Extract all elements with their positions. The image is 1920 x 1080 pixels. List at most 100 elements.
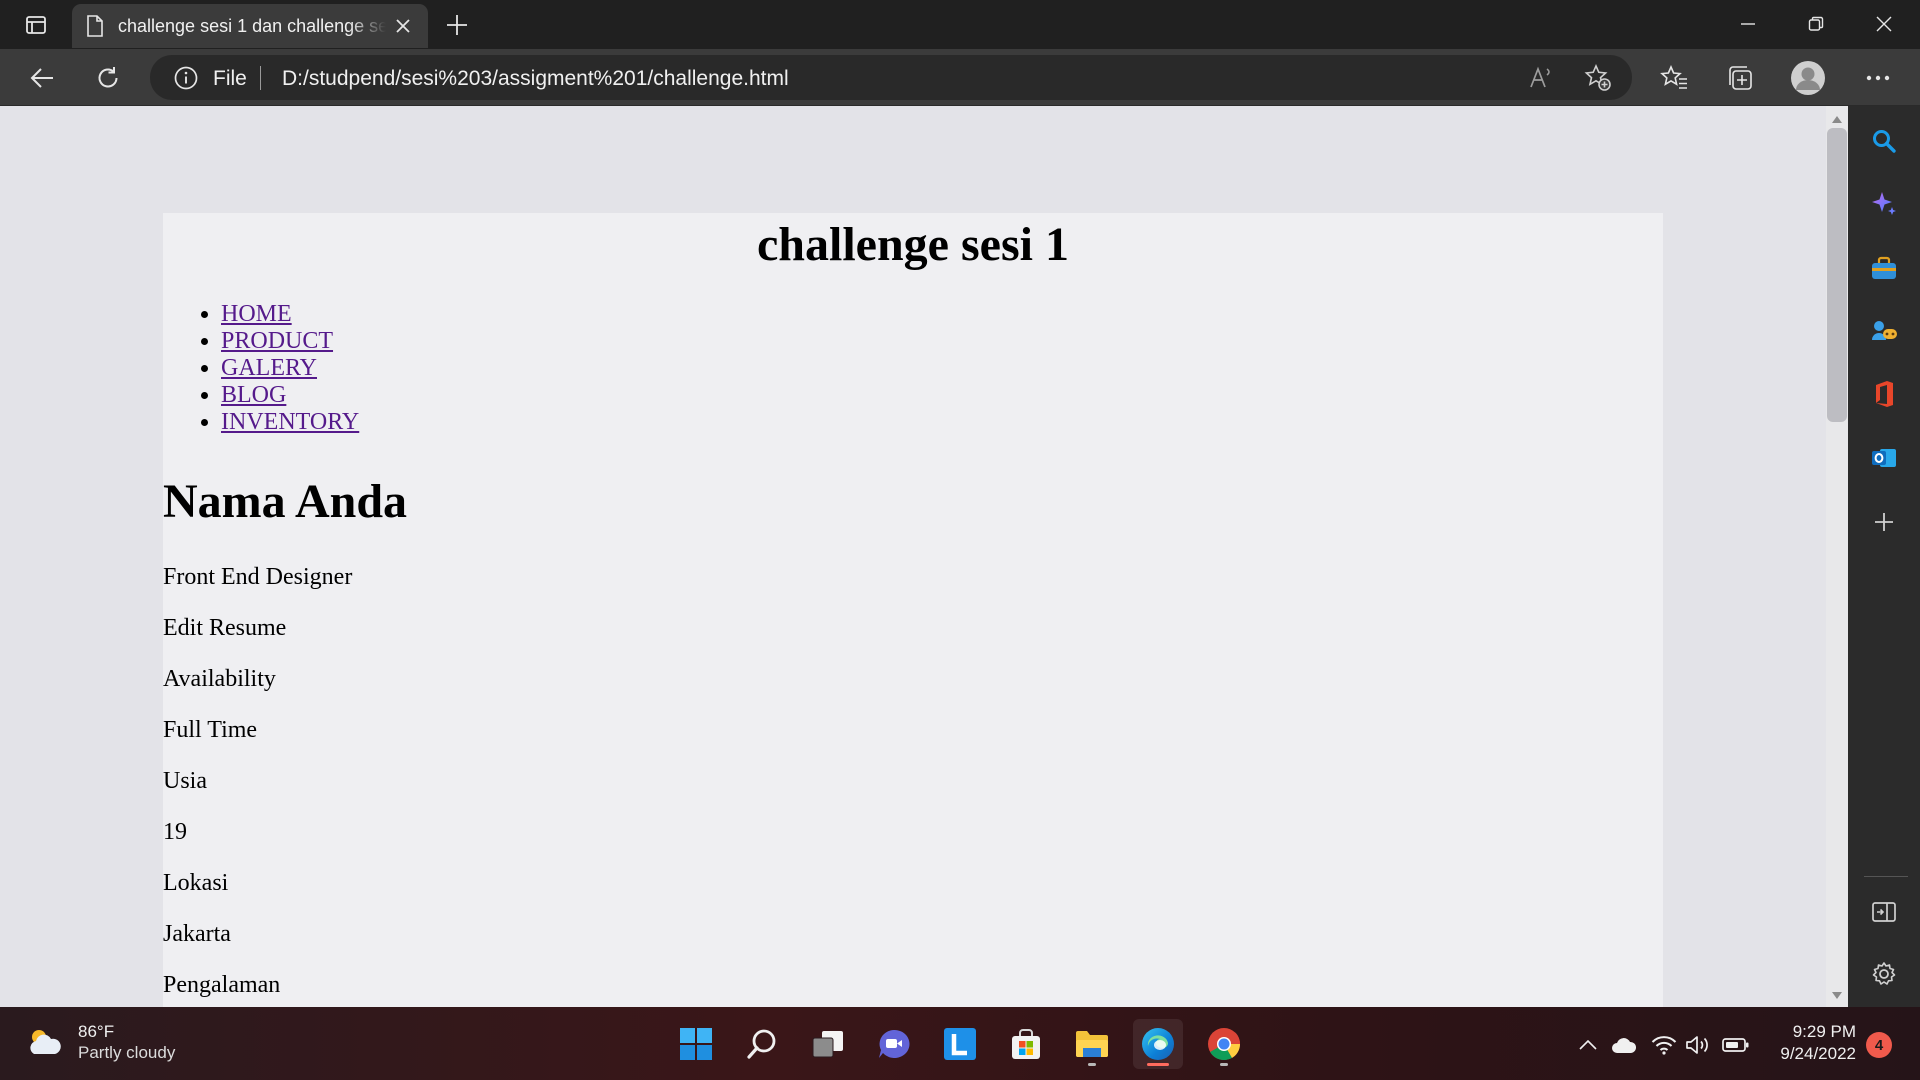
caret-up-icon — [1832, 115, 1842, 123]
sidebar-settings-button[interactable] — [1864, 954, 1904, 994]
active-tab[interactable]: challenge sesi 1 dan challenge sesi 2 — [72, 4, 428, 48]
location-label: Lokasi — [163, 870, 229, 896]
show-hidden-icons-button[interactable] — [1574, 1031, 1602, 1059]
clock-date: 9/24/2022 — [1780, 1044, 1856, 1063]
onedrive-button[interactable] — [1610, 1031, 1638, 1059]
system-clock[interactable]: 9:29 PM 9/24/2022 — [1756, 1021, 1856, 1065]
outlook-icon — [1872, 449, 1896, 467]
sidebar-copilot-button[interactable] — [1864, 184, 1904, 224]
l-app-button[interactable] — [935, 1019, 985, 1069]
chrome-app-button[interactable] — [1199, 1019, 1249, 1069]
favorites-button[interactable] — [1654, 58, 1694, 98]
restore-button[interactable] — [1782, 0, 1850, 48]
file-explorer-button[interactable] — [1067, 1019, 1117, 1069]
battery-button[interactable] — [1722, 1031, 1750, 1059]
taskbar-search-button[interactable] — [737, 1019, 787, 1069]
weather-widget[interactable]: 86°F Partly cloudy — [26, 1021, 175, 1063]
notification-badge[interactable]: 4 — [1866, 1032, 1892, 1058]
collections-button[interactable] — [1720, 58, 1760, 98]
availability-label: Availability — [163, 666, 276, 692]
games-icon — [1872, 321, 1897, 340]
add-icon — [1875, 513, 1893, 531]
nav-link-blog[interactable]: BLOG — [221, 382, 286, 408]
windows-taskbar: 86°F Partly cloudy 9:29 PM 9/24/2022 4 — [0, 1007, 1920, 1080]
copilot-icon — [1872, 192, 1896, 215]
edge-app-button[interactable] — [1133, 1019, 1183, 1069]
sidebar-add-button[interactable] — [1864, 502, 1904, 542]
minimize-icon — [1741, 23, 1755, 25]
start-button[interactable] — [671, 1019, 721, 1069]
l-app-icon — [944, 1028, 976, 1060]
task-view-icon — [812, 1031, 843, 1058]
weather-text: 86°F Partly cloudy — [78, 1021, 175, 1063]
minimize-button[interactable] — [1714, 0, 1782, 48]
new-tab-button[interactable] — [440, 8, 474, 42]
plus-icon — [447, 15, 467, 35]
weather-condition: Partly cloudy — [78, 1043, 176, 1062]
sidebar-office-button[interactable] — [1864, 374, 1904, 414]
nav-link-inventory[interactable]: INVENTORY — [221, 409, 359, 435]
search-icon — [1873, 130, 1896, 153]
folder-icon — [1076, 1031, 1108, 1057]
wifi-button[interactable] — [1650, 1031, 1678, 1059]
browser-toolbar: File D:/studpend/sesi%203/assigment%201/… — [0, 49, 1920, 106]
add-favorite-button[interactable] — [1580, 61, 1616, 95]
close-window-button[interactable] — [1850, 0, 1918, 48]
location-value: Jakarta — [163, 921, 231, 947]
chrome-icon — [1208, 1028, 1241, 1061]
close-icon — [396, 19, 410, 33]
scroll-up-button[interactable] — [1830, 112, 1844, 126]
close-icon — [1876, 16, 1892, 32]
address-bar[interactable]: File D:/studpend/sesi%203/assigment%201/… — [150, 55, 1632, 100]
sidebar-search-button[interactable] — [1864, 121, 1904, 161]
task-view-button[interactable] — [803, 1019, 853, 1069]
info-icon[interactable] — [174, 66, 198, 90]
sidebar-games-button[interactable] — [1864, 311, 1904, 351]
tab-close-button[interactable] — [392, 15, 414, 37]
collections-icon — [1729, 66, 1752, 90]
nav-link-product[interactable]: PRODUCT — [221, 328, 333, 354]
running-indicator — [1220, 1063, 1228, 1066]
back-button[interactable] — [22, 58, 62, 98]
read-aloud-button[interactable] — [1524, 61, 1560, 95]
profile-button[interactable] — [1788, 58, 1828, 98]
tools-icon — [1872, 256, 1896, 279]
chevron-up-icon — [1579, 1040, 1597, 1050]
age-value: 19 — [163, 819, 187, 845]
store-icon — [1012, 1029, 1040, 1059]
browser-titlebar: challenge sesi 1 dan challenge sesi 2 — [0, 0, 1920, 49]
avatar-icon — [1791, 61, 1825, 95]
cloud-icon — [1612, 1038, 1637, 1053]
page-content: challenge sesi 1 HOME PRODUCT GALERY BLO… — [163, 213, 1663, 1007]
age-label: Usia — [163, 768, 207, 794]
wifi-icon — [1651, 1036, 1677, 1055]
sidebar-divider — [1864, 876, 1908, 877]
nav-link-home[interactable]: HOME — [221, 301, 292, 327]
tab-actions-button[interactable] — [14, 10, 58, 40]
sidebar-split-button[interactable] — [1864, 892, 1904, 932]
vertical-scrollbar-thumb[interactable] — [1827, 128, 1847, 422]
store-button[interactable] — [1001, 1019, 1051, 1069]
add-favorite-icon — [1584, 64, 1611, 91]
nav-link-galery[interactable]: GALERY — [221, 355, 317, 381]
experience-label: Pengalaman — [163, 972, 281, 998]
caret-down-icon — [1832, 991, 1842, 999]
refresh-button[interactable] — [88, 58, 128, 98]
active-indicator — [1147, 1063, 1169, 1066]
scroll-down-button[interactable] — [1830, 988, 1844, 1002]
teams-chat-icon — [879, 1029, 910, 1058]
sidebar-tools-button[interactable] — [1864, 248, 1904, 288]
sidebar-outlook-button[interactable] — [1864, 438, 1904, 478]
clock-time: 9:29 PM — [1792, 1022, 1856, 1041]
windows-logo-icon — [680, 1028, 712, 1060]
volume-button[interactable] — [1684, 1031, 1712, 1059]
search-icon — [747, 1029, 776, 1059]
back-arrow-icon — [30, 68, 53, 88]
address-url[interactable]: D:/studpend/sesi%203/assigment%201/chall… — [282, 67, 789, 91]
split-screen-icon — [1872, 902, 1896, 922]
more-menu-button[interactable] — [1858, 58, 1898, 98]
settings-icon — [1872, 962, 1896, 985]
availability-value: Full Time — [163, 717, 258, 743]
chat-app-button[interactable] — [869, 1019, 919, 1069]
nav-menu: HOME PRODUCT GALERY BLOG INVENTORY — [163, 301, 1663, 436]
